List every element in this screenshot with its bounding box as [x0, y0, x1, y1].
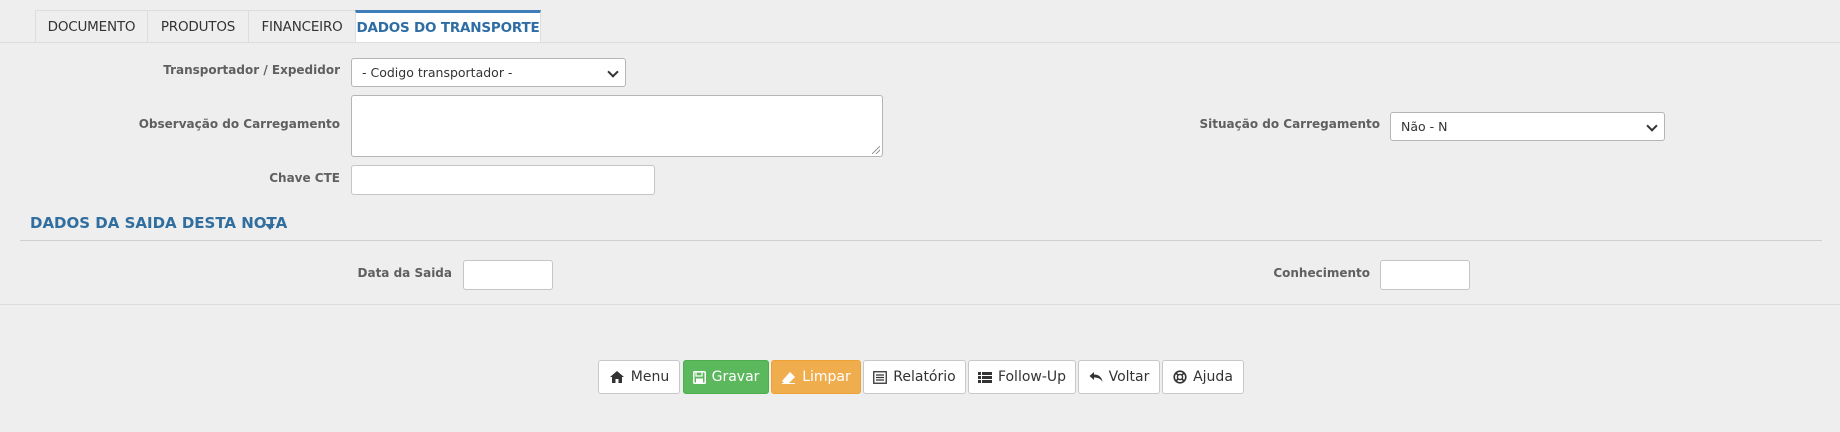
situacao-label: Situação do Carregamento: [1199, 117, 1380, 131]
section-divider: [20, 240, 1822, 241]
chave-cte-input[interactable]: [351, 165, 655, 195]
transportador-label: Transportador / Expedidor: [163, 63, 340, 77]
list-alt-icon: [873, 370, 888, 384]
voltar-button-label: Voltar: [1108, 369, 1150, 385]
list-icon: [977, 371, 992, 384]
limpar-button[interactable]: Limpar: [771, 360, 861, 394]
tab-bar: DOCUMENTO PRODUTOS FINANCEIRO DADOS DO T…: [35, 10, 541, 43]
resize-handle-icon[interactable]: [872, 146, 880, 154]
observacao-textarea[interactable]: [351, 95, 883, 157]
follow-up-button-label: Follow-Up: [997, 369, 1067, 385]
reply-icon: [1089, 371, 1103, 383]
menu-button-label: Menu: [630, 369, 670, 385]
gravar-button-label: Gravar: [711, 369, 760, 385]
eraser-icon: [781, 371, 796, 384]
tab-divider: [0, 42, 1840, 43]
chevron-down-icon: [1646, 120, 1658, 132]
chave-cte-label: Chave CTE: [269, 171, 340, 185]
conhecimento-label: Conhecimento: [1273, 266, 1370, 280]
ajuda-button-label: Ajuda: [1193, 369, 1233, 385]
life-ring-icon: [1173, 370, 1187, 384]
caret-down-icon[interactable]: [265, 224, 275, 230]
situacao-select[interactable]: Não - N: [1390, 112, 1665, 141]
save-icon: [692, 370, 706, 384]
follow-up-button[interactable]: Follow-Up: [968, 360, 1076, 394]
tab-produtos[interactable]: PRODUTOS: [147, 10, 248, 43]
observacao-label: Observação do Carregamento: [138, 117, 340, 131]
voltar-button[interactable]: Voltar: [1078, 360, 1160, 394]
chevron-down-icon: [607, 66, 619, 78]
relatorio-button-label: Relatório: [893, 369, 956, 385]
conhecimento-input[interactable]: [1380, 260, 1470, 290]
transportador-select-value: - Codigo transportador -: [362, 65, 513, 80]
tab-financeiro[interactable]: FINANCEIRO: [248, 10, 355, 43]
footer-divider: [0, 304, 1840, 305]
gravar-button[interactable]: Gravar: [683, 360, 769, 394]
tab-dados-do-transporte[interactable]: DADOS DO TRANSPORTE: [355, 10, 541, 43]
menu-button[interactable]: Menu: [598, 360, 680, 394]
data-saida-label: Data da Saida: [357, 266, 452, 280]
ajuda-button[interactable]: Ajuda: [1162, 360, 1244, 394]
relatorio-button[interactable]: Relatório: [863, 360, 966, 394]
home-icon: [609, 370, 625, 384]
transportador-select[interactable]: - Codigo transportador -: [351, 58, 626, 87]
situacao-select-value: Não - N: [1401, 119, 1448, 134]
limpar-button-label: Limpar: [802, 369, 851, 385]
tab-documento[interactable]: DOCUMENTO: [35, 10, 147, 43]
section-title[interactable]: DADOS DA SAIDA DESTA NOTA: [30, 214, 287, 232]
data-saida-input[interactable]: [463, 260, 553, 290]
